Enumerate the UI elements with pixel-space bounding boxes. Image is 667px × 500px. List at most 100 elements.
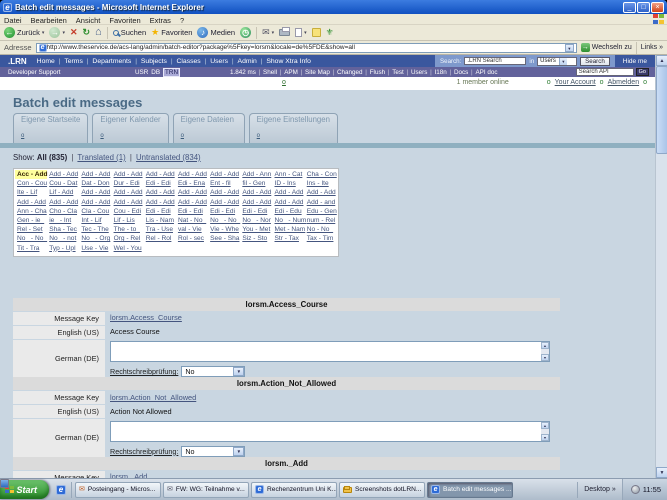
letter-range-link[interactable]: Add - Add	[15, 198, 47, 207]
menu-ansicht[interactable]: Ansicht	[76, 16, 101, 25]
letter-range-link[interactable]: Lif - Add	[47, 188, 79, 197]
letter-range-link[interactable]: Add - Add	[176, 170, 208, 179]
letter-range-link[interactable]: Add - Ann	[240, 170, 272, 179]
discuss-button[interactable]	[311, 28, 321, 37]
address-input[interactable]	[46, 44, 565, 51]
letter-range-link[interactable]: See - Sha	[208, 234, 240, 243]
filter-translated-link[interactable]: Translated (1)	[77, 153, 125, 162]
letter-range-link[interactable]: No_ - not	[47, 234, 79, 243]
refresh-button[interactable]: ↻	[83, 27, 91, 38]
letter-range-link[interactable]: No_ - Nor	[240, 216, 272, 225]
letter-range-link[interactable]: Add - and	[305, 198, 337, 207]
letter-range-link[interactable]: Edi - Edi	[240, 207, 272, 216]
message-key-link[interactable]: lorsm.Action_Not_Allowed	[110, 393, 196, 402]
dev-link-users[interactable]: Users	[411, 69, 427, 76]
letter-range-link[interactable]: Ann - Cha	[15, 207, 47, 216]
letter-range-link[interactable]: fil - Gen	[240, 179, 272, 188]
textarea-scrollbar[interactable]: ▲ ▼	[541, 342, 549, 362]
dev-mode-usr[interactable]: USR	[135, 69, 148, 76]
spellcheck-select[interactable]: No ▼	[181, 445, 246, 457]
nav-subjects[interactable]: Subjects	[141, 58, 167, 65]
german-textarea[interactable]	[110, 420, 550, 442]
letter-range-link[interactable]: Cou - Edi	[112, 207, 144, 216]
letter-range-link[interactable]: Rel - Rol	[144, 234, 176, 243]
letter-range-link[interactable]: Add - Add	[176, 198, 208, 207]
dev-mode-db[interactable]: DB	[151, 69, 160, 76]
spellcheck-select[interactable]: No ▼	[181, 366, 246, 378]
edit-dropdown-icon[interactable]: ▾	[304, 30, 307, 36]
task-batch-edit-messages[interactable]: e Batch edit messages ...	[427, 481, 514, 498]
menu-favoriten[interactable]: Favoriten	[109, 16, 140, 25]
letter-range-link[interactable]: Tit - Tra	[15, 244, 47, 253]
tab-eigene-startseite[interactable]: Eigene Startseite o	[13, 113, 89, 143]
letter-range-link[interactable]: Ins - Ite	[305, 179, 337, 188]
letter-range-link[interactable]: Add - Add	[208, 170, 240, 179]
your-account-link[interactable]: Your Account	[555, 79, 596, 86]
letter-range-link[interactable]: Add - Add	[79, 198, 111, 207]
portlet-marker-link[interactable]: o	[282, 79, 286, 86]
letter-range-link[interactable]: No_ - No_	[208, 216, 240, 225]
letter-range-link[interactable]: Lis - Nam	[144, 216, 176, 225]
favorites-button[interactable]: ★ Favoriten	[151, 27, 192, 38]
letter-range-link[interactable]: Edi - Edu	[273, 207, 305, 216]
letter-range-link[interactable]: Add - Add	[208, 188, 240, 197]
letter-range-link[interactable]: Cou - Dat	[47, 179, 79, 188]
print-button[interactable]	[279, 27, 291, 36]
letter-range-link[interactable]: Add - Add	[144, 170, 176, 179]
letter-range-link[interactable]: Typ - Upl	[47, 244, 79, 253]
letter-range-link[interactable]: Rel - Set	[15, 225, 47, 234]
letter-range-link[interactable]: Nat - No_	[176, 216, 208, 225]
letter-range-link[interactable]: Edi - Edi	[144, 179, 176, 188]
letter-range-link[interactable]: Add - Add	[240, 198, 272, 207]
letter-range-link[interactable]: Rol - sec	[176, 234, 208, 243]
letter-range-link[interactable]: Wel - You	[112, 244, 144, 253]
close-button[interactable]: ×	[651, 1, 664, 13]
lrn-brand[interactable]: .LRN	[0, 57, 37, 66]
dev-link-i18n[interactable]: I18n	[435, 69, 447, 76]
dev-link-changed[interactable]: Changed	[337, 69, 363, 76]
letter-range-link[interactable]: Siz - Sto	[240, 234, 272, 243]
media-button[interactable]: ♪ Medien	[197, 27, 235, 38]
letter-range-link[interactable]: Add - Add	[79, 170, 111, 179]
letter-range-link[interactable]: Add - Add	[112, 170, 144, 179]
letter-range-link[interactable]: No_ - Num	[273, 216, 307, 225]
forward-dropdown-icon[interactable]: ▾	[62, 30, 65, 36]
task-screenshots-dotlrn[interactable]: Screenshots dotLRN...	[339, 481, 426, 498]
letter-range-link[interactable]: Add - Add	[144, 198, 176, 207]
scroll-down-icon[interactable]: ▼	[541, 433, 549, 441]
letter-range-link[interactable]: Add - Add	[273, 198, 305, 207]
hide-me-link[interactable]: Hide me	[623, 58, 647, 65]
lrn-search-input[interactable]	[464, 57, 527, 65]
scroll-down-icon[interactable]: ▼	[656, 467, 667, 478]
menu-[interactable]: ?	[180, 16, 184, 25]
nav-classes[interactable]: Classes	[177, 58, 201, 65]
tab-marker-link[interactable]: o	[181, 133, 184, 139]
messenger-button[interactable]: ⚜	[326, 27, 334, 38]
dev-mode-trn[interactable]: TRN	[163, 67, 180, 77]
message-key-link[interactable]: lorsm.Access_Course	[110, 313, 182, 322]
textarea-scrollbar[interactable]: ▲ ▼	[541, 421, 549, 441]
task-posteingang-micros[interactable]: ✉ Posteingang - Micros...	[75, 481, 162, 498]
letter-range-link[interactable]: Ent - fil	[208, 179, 240, 188]
letter-range-link[interactable]: ID - Ins	[273, 179, 305, 188]
letter-range-link[interactable]: Add - Add	[273, 188, 305, 197]
letter-range-link[interactable]: Dur - Edi	[112, 179, 144, 188]
spellcheck-label[interactable]: Rechtschreibprüfung:	[110, 447, 178, 456]
api-search-input[interactable]	[575, 68, 634, 76]
letter-range-link[interactable]: Gen - ie_	[15, 216, 47, 225]
letter-range-link[interactable]: Tec - The	[79, 225, 111, 234]
letter-range-link[interactable]: Edi - Edi	[176, 207, 208, 216]
edit-button[interactable]: ▾	[295, 28, 307, 37]
tab-marker-link[interactable]: o	[257, 133, 260, 139]
letter-range-link[interactable]: Ite - Lif	[15, 188, 47, 197]
letter-range-link[interactable]: Add - Add	[240, 188, 272, 197]
letter-range-link[interactable]: Con - Cou	[15, 179, 47, 188]
dev-link-api-doc[interactable]: API doc	[475, 69, 497, 76]
dev-link-flush[interactable]: Flush	[370, 69, 385, 76]
dev-link-shell[interactable]: Shell	[263, 69, 277, 76]
letter-range-link[interactable]: The - to_	[112, 225, 144, 234]
letter-range-link[interactable]: No_ - Org	[79, 234, 111, 243]
letter-range-link[interactable]: Edu - Gen	[305, 207, 337, 216]
letter-range-link[interactable]: Org - Rel	[112, 234, 144, 243]
task-rechenzentrum-uni-k[interactable]: e Rechenzentrum Uni K...	[251, 481, 338, 498]
